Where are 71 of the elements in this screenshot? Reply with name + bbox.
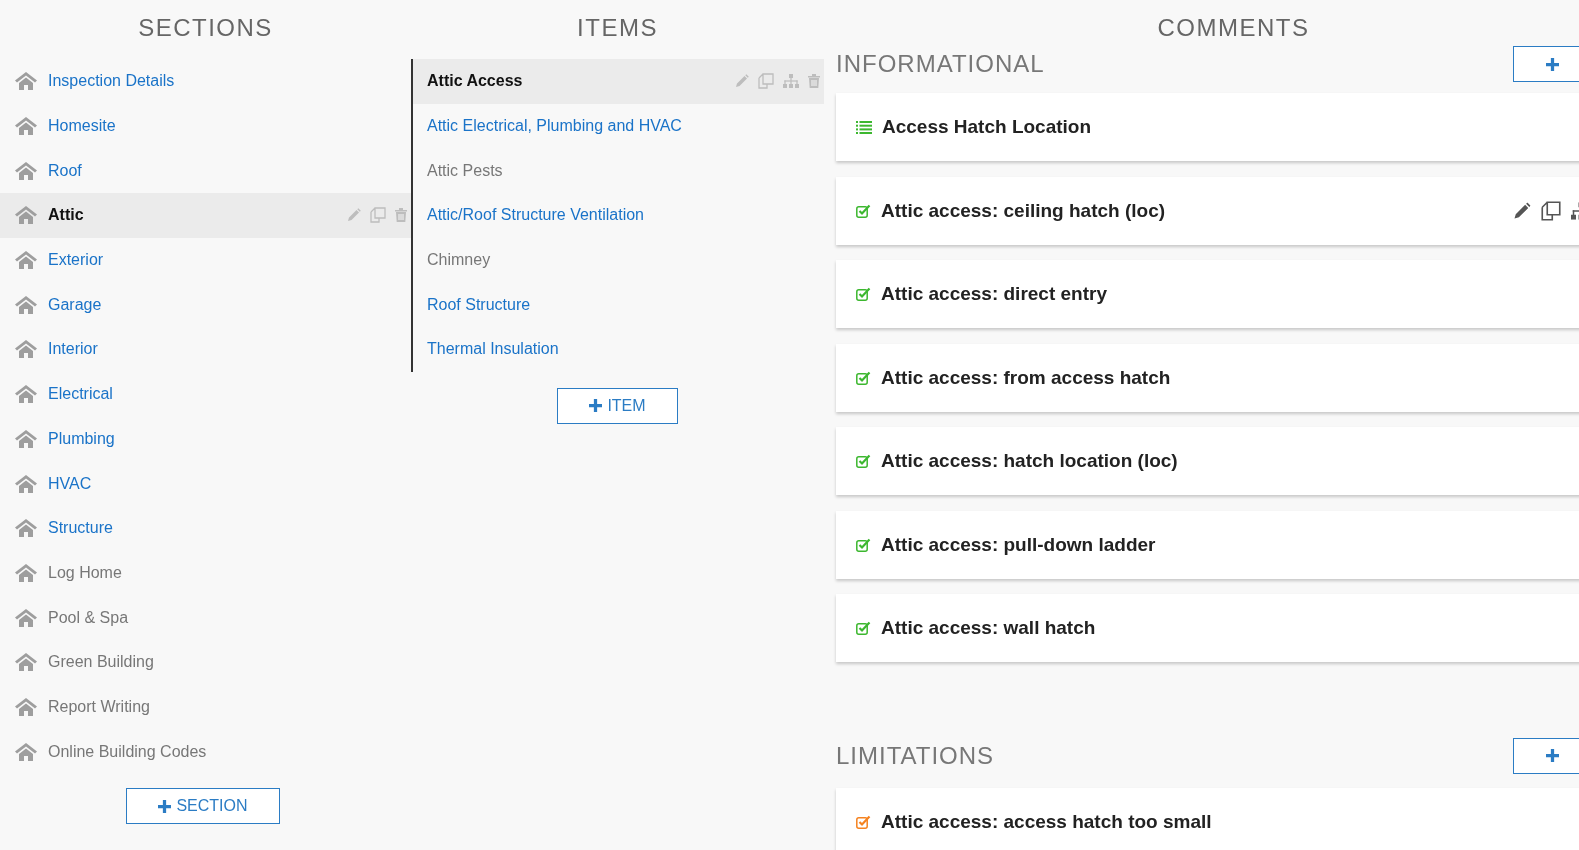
house-icon bbox=[14, 473, 38, 494]
plus-icon bbox=[158, 799, 172, 813]
comment-card[interactable]: Attic access: access hatch too small bbox=[836, 787, 1579, 850]
section-item[interactable]: Garage bbox=[0, 282, 411, 328]
house-icon bbox=[14, 562, 38, 583]
add-comment-button[interactable] bbox=[1513, 46, 1579, 82]
house-icon bbox=[14, 71, 38, 92]
house-icon bbox=[14, 205, 38, 226]
section-item[interactable]: Homesite bbox=[0, 103, 411, 149]
comment-card[interactable]: Attic access: pull-down ladder bbox=[836, 510, 1579, 579]
copy-icon[interactable] bbox=[1541, 200, 1561, 221]
house-icon bbox=[14, 384, 38, 405]
section-item[interactable]: Green Building bbox=[0, 639, 411, 685]
section-item[interactable]: Interior bbox=[0, 327, 411, 372]
section-item[interactable]: Plumbing bbox=[0, 416, 411, 462]
house-icon bbox=[14, 518, 38, 539]
item-row[interactable]: Attic/Roof Structure Ventilation bbox=[413, 193, 824, 238]
section-item[interactable]: Pool & Spa bbox=[0, 595, 411, 640]
checkbox-icon[interactable] bbox=[856, 203, 871, 218]
category-heading: INFORMATIONAL bbox=[836, 50, 1045, 78]
plus-icon bbox=[589, 399, 603, 413]
checkbox-icon[interactable] bbox=[856, 287, 871, 301]
add-comment-button[interactable] bbox=[1513, 737, 1579, 774]
house-icon bbox=[14, 116, 38, 137]
checkbox-icon[interactable] bbox=[856, 370, 871, 385]
comment-card[interactable]: Access Hatch Location bbox=[836, 93, 1579, 161]
pencil-icon[interactable] bbox=[1513, 201, 1531, 220]
section-item[interactable]: Log Home bbox=[0, 550, 411, 596]
checkbox-icon[interactable] bbox=[856, 621, 871, 635]
checkbox-icon[interactable] bbox=[856, 814, 871, 829]
column-heading: COMMENTS bbox=[1156, 13, 1311, 43]
plus-icon bbox=[1546, 57, 1559, 71]
section-item[interactable]: HVAC bbox=[0, 461, 411, 506]
column-heading: SECTIONS bbox=[137, 13, 274, 43]
comment-card[interactable]: Attic access: direct entry bbox=[836, 260, 1579, 328]
house-icon bbox=[14, 339, 38, 360]
house-icon bbox=[14, 428, 38, 449]
section-item[interactable]: Roof bbox=[0, 148, 411, 194]
plus-icon bbox=[1546, 749, 1559, 762]
comment-card[interactable]: Attic access: wall hatch bbox=[836, 594, 1579, 662]
add-item-button[interactable]: ITEM bbox=[557, 387, 678, 424]
section-item[interactable]: Attic bbox=[0, 193, 411, 238]
item-row[interactable]: Chimney bbox=[413, 237, 824, 283]
comment-card[interactable]: Attic access: hatch location (loc) bbox=[836, 427, 1579, 495]
house-icon bbox=[14, 741, 38, 762]
item-row[interactable]: Attic Access bbox=[413, 59, 824, 104]
section-item[interactable]: Structure bbox=[0, 505, 411, 551]
comment-card[interactable]: Attic access: ceiling hatch (loc) bbox=[836, 176, 1579, 245]
section-item[interactable]: Exterior bbox=[0, 237, 411, 283]
checkbox-icon[interactable] bbox=[856, 454, 871, 468]
house-icon bbox=[14, 250, 38, 271]
checkbox-icon[interactable] bbox=[856, 537, 871, 552]
house-icon bbox=[14, 160, 38, 181]
item-row[interactable]: Attic Pests bbox=[413, 148, 824, 194]
section-item[interactable]: Online Building Codes bbox=[0, 729, 411, 774]
item-row[interactable]: Thermal Insulation bbox=[413, 327, 824, 372]
add-section-button[interactable]: SECTION bbox=[126, 788, 280, 824]
house-icon bbox=[14, 294, 38, 315]
category-heading: LIMITATIONS bbox=[836, 741, 995, 770]
house-icon bbox=[14, 607, 38, 628]
comment-card[interactable]: Attic access: from access hatch bbox=[836, 343, 1579, 412]
column-heading: ITEMS bbox=[576, 13, 659, 43]
section-item[interactable]: Report Writing bbox=[0, 684, 411, 730]
item-row[interactable]: Roof Structure bbox=[413, 282, 824, 328]
item-row[interactable]: Attic Electrical, Plumbing and HVAC bbox=[413, 103, 824, 149]
trash-icon[interactable] bbox=[808, 74, 820, 89]
section-item[interactable]: Electrical bbox=[0, 371, 411, 417]
section-item[interactable]: Inspection Details bbox=[0, 59, 411, 104]
trash-icon[interactable] bbox=[395, 208, 407, 223]
house-icon bbox=[14, 696, 38, 717]
house-icon bbox=[14, 652, 38, 673]
